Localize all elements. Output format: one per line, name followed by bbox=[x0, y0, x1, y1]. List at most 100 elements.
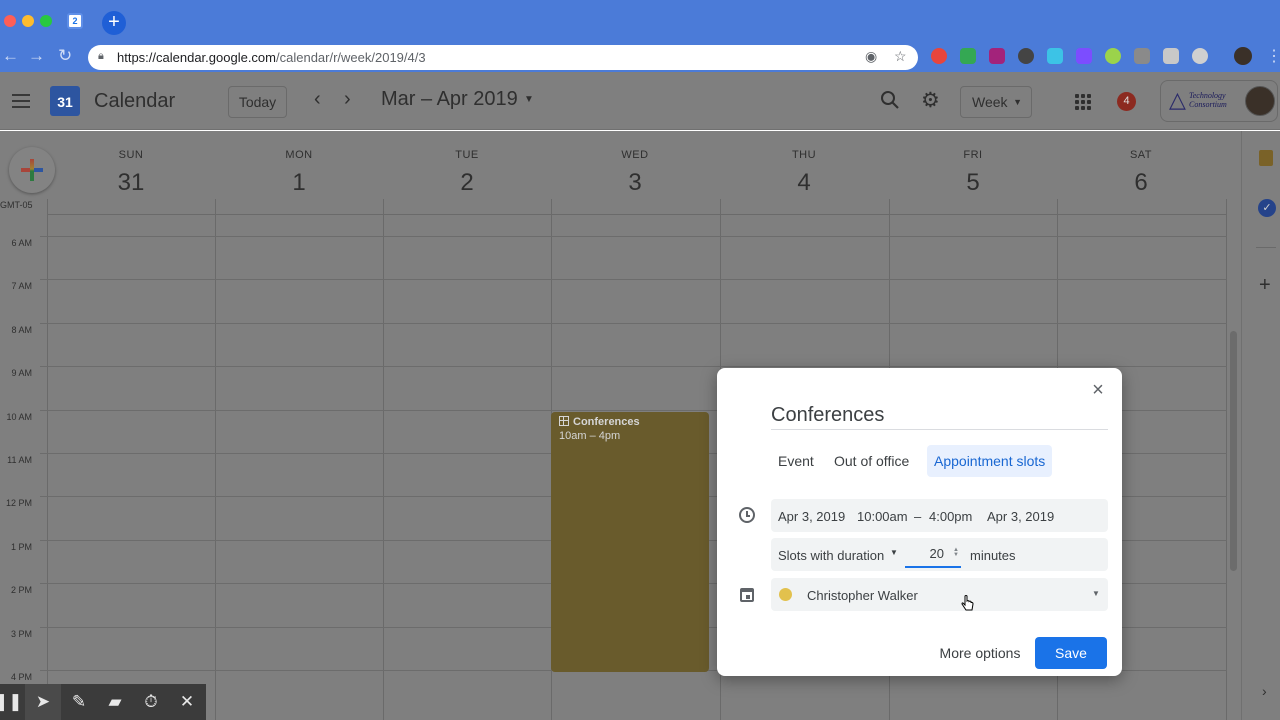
hour-label: 10 AM bbox=[6, 412, 32, 422]
browser-menu-icon[interactable]: ⋮ bbox=[1266, 46, 1280, 66]
hour-label: 6 AM bbox=[11, 238, 32, 248]
user-avatar[interactable] bbox=[1245, 86, 1275, 116]
day-number[interactable]: 5 bbox=[889, 169, 1057, 197]
bookmark-star-icon[interactable]: ☆ bbox=[894, 48, 907, 65]
day-number[interactable]: 31 bbox=[47, 169, 215, 197]
day-header-tue[interactable]: TUE 2 bbox=[383, 149, 551, 197]
lock-icon: 🔒︎ bbox=[98, 50, 104, 62]
day-number[interactable]: 1 bbox=[215, 169, 383, 197]
event-conferences[interactable]: Conferences 10am – 4pm bbox=[551, 412, 709, 672]
calendar-logo[interactable]: 31 bbox=[50, 86, 80, 116]
day-of-week: MON bbox=[285, 149, 313, 161]
search-icon[interactable] bbox=[880, 90, 900, 110]
extension-icon[interactable] bbox=[1134, 48, 1150, 64]
event-title: Conferences bbox=[559, 416, 701, 428]
hour-label: 12 PM bbox=[5, 498, 32, 508]
previous-week-icon[interactable]: ‹ bbox=[314, 88, 321, 111]
timezone-label: GMT-05 bbox=[0, 200, 33, 210]
close-icon[interactable]: × bbox=[1089, 380, 1107, 400]
more-options-button[interactable]: More options bbox=[932, 637, 1028, 669]
day-header-thu[interactable]: THU 4 bbox=[720, 149, 888, 197]
window-zoom-button[interactable] bbox=[40, 15, 52, 27]
pointer-icon[interactable]: ➤ bbox=[25, 684, 61, 720]
back-icon[interactable]: ← bbox=[2, 46, 19, 66]
next-week-icon[interactable]: › bbox=[344, 88, 351, 111]
hide-panel-chevron-icon[interactable]: › bbox=[1262, 683, 1267, 699]
day-number[interactable]: 2 bbox=[383, 169, 551, 197]
day-number[interactable]: 4 bbox=[720, 169, 888, 197]
day-header-wed[interactable]: WED 3 bbox=[551, 149, 719, 197]
extension-icon[interactable] bbox=[960, 48, 976, 64]
event-quick-create-dialog: × Conferences Event Out of office Appoin… bbox=[717, 368, 1122, 676]
new-tab-button[interactable]: + bbox=[102, 11, 126, 35]
extension-icon[interactable] bbox=[1192, 48, 1208, 64]
extension-icon[interactable] bbox=[931, 48, 947, 64]
reload-icon[interactable]: ↻ bbox=[58, 46, 72, 66]
start-date[interactable]: Apr 3, 2019 bbox=[778, 509, 845, 524]
extension-icon[interactable] bbox=[1018, 48, 1034, 64]
calendar-tab-favicon[interactable]: 2 bbox=[67, 13, 83, 29]
tab-out-of-office[interactable]: Out of office bbox=[827, 445, 916, 477]
tab-event[interactable]: Event bbox=[771, 445, 821, 477]
day-of-week: SUN bbox=[118, 149, 144, 161]
slot-mode-select[interactable]: Slots with duration bbox=[778, 548, 884, 563]
profile-avatar[interactable] bbox=[1234, 47, 1252, 65]
today-button[interactable]: Today bbox=[228, 86, 287, 118]
extension-icon[interactable] bbox=[989, 48, 1005, 64]
url-text[interactable]: https://calendar.google.com/calendar/r/w… bbox=[117, 50, 426, 65]
account-switcher[interactable]: △ Technology Consortium bbox=[1160, 80, 1278, 122]
save-button[interactable]: Save bbox=[1035, 637, 1107, 669]
extension-icon[interactable] bbox=[1076, 48, 1092, 64]
address-bar[interactable]: 🔒︎ https://calendar.google.com/calendar/… bbox=[88, 45, 918, 70]
day-header-sun[interactable]: SUN 31 bbox=[47, 149, 215, 197]
get-addons-plus-icon[interactable]: + bbox=[1259, 274, 1271, 297]
day-header-sat[interactable]: SAT 6 bbox=[1057, 149, 1225, 197]
duration-stepper-icon[interactable]: ▲ ▼ bbox=[953, 547, 959, 558]
all-day-divider bbox=[47, 214, 1227, 215]
date-range-caret-icon[interactable]: ▼ bbox=[524, 94, 534, 105]
start-time[interactable]: 10:00am bbox=[857, 509, 908, 524]
calendar-header: 31 Calendar Today ‹ › Mar – Apr 2019 ▼ ⚙… bbox=[0, 72, 1280, 130]
end-time[interactable]: 4:00pm bbox=[929, 509, 972, 524]
day-of-week: TUE bbox=[455, 149, 479, 161]
main-menu-icon[interactable] bbox=[12, 94, 30, 108]
grid-scrollbar[interactable] bbox=[1230, 331, 1237, 571]
eye-icon[interactable]: ◉ bbox=[865, 48, 877, 65]
grid-column-divider bbox=[383, 199, 384, 720]
extension-icon[interactable] bbox=[1047, 48, 1063, 64]
event-time: 10am – 4pm bbox=[559, 430, 621, 442]
google-apps-icon[interactable] bbox=[1075, 94, 1091, 110]
window-minimize-button[interactable] bbox=[22, 15, 34, 27]
calendar-select[interactable]: Christopher Walker ▼ bbox=[771, 578, 1108, 611]
pencil-icon[interactable]: ✎ bbox=[61, 684, 97, 720]
day-number[interactable]: 6 bbox=[1057, 169, 1225, 197]
hour-label: 8 AM bbox=[11, 325, 32, 335]
tasks-icon[interactable]: ✓ bbox=[1258, 199, 1276, 217]
keep-icon[interactable] bbox=[1259, 150, 1273, 166]
settings-gear-icon[interactable]: ⚙ bbox=[921, 90, 940, 112]
org-name: Technology Consortium bbox=[1189, 91, 1227, 109]
app-title: Calendar bbox=[94, 90, 176, 112]
window-close-button[interactable] bbox=[4, 15, 16, 27]
tab-appointment-slots[interactable]: Appointment slots bbox=[927, 445, 1053, 477]
day-header-fri[interactable]: FRI 5 bbox=[889, 149, 1057, 197]
view-select[interactable]: Week ▼ bbox=[960, 86, 1032, 118]
slot-mode-caret-icon[interactable]: ▼ bbox=[890, 548, 898, 557]
grid-column-divider bbox=[1226, 199, 1227, 720]
calendar-icon bbox=[740, 588, 754, 602]
day-number[interactable]: 3 bbox=[551, 169, 719, 197]
pause-icon[interactable]: ❚❚ bbox=[0, 684, 23, 720]
browser-toolbar: ← → ↻ 🔒︎ https://calendar.google.com/cal… bbox=[0, 42, 1280, 72]
hour-label: 1 PM bbox=[10, 542, 32, 552]
calendar-caret-icon[interactable]: ▼ bbox=[1092, 589, 1100, 598]
extension-icon[interactable] bbox=[1105, 48, 1121, 64]
extension-icon[interactable] bbox=[1163, 48, 1179, 64]
day-header-mon[interactable]: MON 1 bbox=[215, 149, 383, 197]
event-title-input[interactable]: Conferences bbox=[771, 404, 1108, 430]
end-date[interactable]: Apr 3, 2019 bbox=[987, 509, 1054, 524]
timer-icon[interactable]: ⏱ bbox=[133, 684, 169, 720]
close-icon[interactable]: ✕ bbox=[169, 684, 205, 720]
notification-badge[interactable]: 4 bbox=[1117, 92, 1136, 111]
forward-icon[interactable]: → bbox=[28, 46, 45, 66]
highlighter-icon[interactable]: ▰ bbox=[97, 684, 133, 720]
